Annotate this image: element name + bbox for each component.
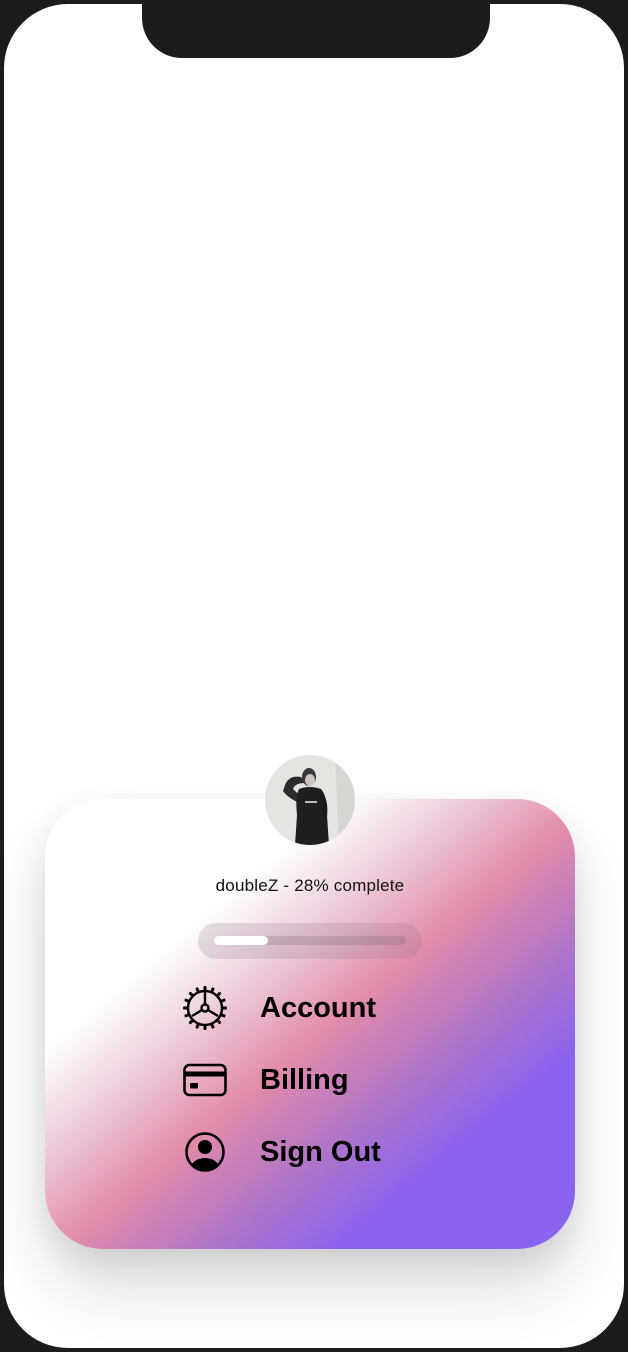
menu-item-sign-out-label: Sign Out xyxy=(260,1135,381,1168)
avatar[interactable] xyxy=(265,755,355,845)
progress-bar xyxy=(198,923,422,959)
menu-item-billing-label: Billing xyxy=(260,1063,349,1096)
menu-item-billing[interactable]: Billing xyxy=(180,1055,349,1105)
progress-track xyxy=(214,936,406,945)
person-circle-icon xyxy=(180,1127,230,1177)
credit-card-icon xyxy=(180,1055,230,1105)
gear-icon xyxy=(180,983,230,1033)
profile-status-text: doubleZ - 28% complete xyxy=(215,876,405,895)
menu-item-account-label: Account xyxy=(260,991,376,1024)
notch xyxy=(142,4,490,58)
menu-item-account[interactable]: Account xyxy=(180,983,376,1033)
device-frame: doubleZ - 28% complete Account Billing S… xyxy=(0,0,628,1352)
menu-item-sign-out[interactable]: Sign Out xyxy=(180,1127,381,1177)
progress-fill xyxy=(214,936,268,945)
